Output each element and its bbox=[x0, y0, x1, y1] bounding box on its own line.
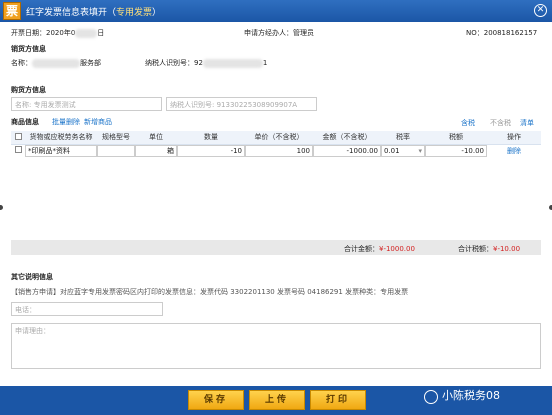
qty-input[interactable]: -10 bbox=[177, 144, 245, 157]
add-goods-link[interactable]: 新增商品 bbox=[84, 117, 112, 127]
tax-excluded-toggle[interactable]: 不含税 bbox=[490, 118, 511, 128]
phone-input[interactable]: 电话： bbox=[11, 302, 163, 316]
other-note: 【销售方申请】对应蓝字专用发票密码区内打印的发票信息：发票代码 33022011… bbox=[11, 288, 409, 296]
cell-rate[interactable]: 0.01 ▾ bbox=[381, 144, 425, 157]
issue-date-tail: 日 bbox=[97, 29, 105, 37]
delete-row-link[interactable]: 删除 bbox=[507, 147, 521, 155]
col-amount: 金额（不含税） bbox=[313, 131, 381, 145]
seller-taxid-suffix: 1 bbox=[262, 59, 268, 67]
left-resize-handle[interactable] bbox=[0, 205, 3, 210]
seller-name-suffix: 服务部 bbox=[80, 59, 101, 67]
buyer-section-title: 购货方信息 bbox=[11, 86, 46, 94]
chevron-down-icon[interactable]: ▾ bbox=[418, 147, 422, 156]
table-header-row: 货物或应税劳务名称 规格型号 单位 数量 单价（不含税） 金额（不含税） 税率 … bbox=[11, 131, 541, 145]
price-input[interactable]: 100 bbox=[245, 144, 313, 157]
total-amount: 合计金额：¥-1000.00 bbox=[344, 244, 415, 254]
title-highlight: 专用发票 bbox=[116, 8, 153, 18]
seller-name-label: 名称： bbox=[11, 59, 32, 67]
close-icon[interactable]: ✕ bbox=[534, 4, 547, 17]
select-all-cell[interactable] bbox=[11, 131, 25, 145]
row-select-cell[interactable] bbox=[11, 144, 25, 157]
total-tax-value: ¥-10.00 bbox=[493, 245, 521, 253]
title-prefix: 红字发票信息表填开（ bbox=[26, 8, 117, 18]
cell-amount[interactable]: -1000.00 bbox=[313, 144, 381, 157]
goods-table: 货物或应税劳务名称 规格型号 单位 数量 单价（不含税） 金额（不含税） 税率 … bbox=[11, 131, 541, 157]
total-tax: 合计税额：¥-10.00 bbox=[458, 244, 520, 254]
cell-price[interactable]: 100 bbox=[245, 144, 313, 157]
table-row: *印刷品*资料 箱 -10 100 -1000.00 0.01 ▾ -10.00 … bbox=[11, 144, 541, 157]
cell-name[interactable]: *印刷品*资料 bbox=[25, 144, 97, 157]
upload-button[interactable]: 上传 bbox=[249, 390, 305, 410]
buyer-taxid-input[interactable]: 纳税人识别号: 91330225308909907A bbox=[166, 97, 317, 111]
total-tax-label: 合计税额： bbox=[458, 245, 493, 253]
handler: 申请方经办人：管理员 bbox=[244, 29, 314, 37]
cell-qty[interactable]: -10 bbox=[177, 144, 245, 157]
tax-included-toggle[interactable]: 含税 bbox=[461, 118, 475, 128]
redacted-blur bbox=[202, 58, 263, 68]
rate-select[interactable]: 0.01 ▾ bbox=[381, 144, 425, 157]
seller-taxid: 纳税人识别号：92 1 bbox=[145, 58, 267, 68]
amount-input[interactable]: -1000.00 bbox=[313, 144, 381, 157]
seller-taxid-label: 纳税人识别号： bbox=[145, 59, 194, 67]
unit-input[interactable]: 箱 bbox=[135, 144, 177, 157]
col-spec: 规格型号 bbox=[97, 131, 135, 145]
col-action: 操作 bbox=[487, 131, 541, 145]
issue-date-label: 开票日期： bbox=[11, 29, 46, 37]
print-button[interactable]: 打印 bbox=[310, 390, 366, 410]
issue-date-value: 2020年0 bbox=[46, 29, 76, 37]
other-section-title: 其它说明信息 bbox=[11, 273, 53, 281]
title-bar: 票 红字发票信息表填开（专用发票） ✕ bbox=[0, 0, 552, 22]
save-button[interactable]: 保存 bbox=[188, 390, 244, 410]
total-amount-value: ¥-1000.00 bbox=[379, 245, 415, 253]
invoice-number: NO：200818162157 bbox=[466, 29, 538, 37]
window-title: 红字发票信息表填开（专用发票） bbox=[26, 5, 161, 18]
list-link[interactable]: 清单 bbox=[520, 118, 534, 128]
cell-unit[interactable]: 箱 bbox=[135, 144, 177, 157]
col-qty: 数量 bbox=[177, 131, 245, 145]
select-all-checkbox[interactable] bbox=[14, 132, 22, 140]
col-rate: 税率 bbox=[381, 131, 425, 145]
cell-spec[interactable] bbox=[97, 144, 135, 157]
col-tax: 税额 bbox=[425, 131, 487, 145]
batch-delete-link[interactable]: 批量删除 bbox=[52, 117, 80, 127]
watermark-text: 小陈税务08 bbox=[442, 389, 500, 402]
seller-name: 名称： 服务部 bbox=[11, 58, 101, 68]
goods-section-title: 商品信息 bbox=[11, 118, 39, 126]
cell-action: 删除 bbox=[487, 144, 541, 157]
col-unit: 单位 bbox=[135, 131, 177, 145]
total-amount-label: 合计金额： bbox=[344, 245, 379, 253]
invoice-logo-icon: 票 bbox=[3, 2, 21, 20]
redacted-blur bbox=[32, 58, 80, 68]
goods-name-input[interactable]: *印刷品*资料 bbox=[25, 144, 97, 157]
buyer-name-input[interactable]: 名称: 专用发票测试 bbox=[11, 97, 162, 111]
issue-date: 开票日期：2020年0 日 bbox=[11, 28, 104, 38]
seller-taxid-prefix: 92 bbox=[194, 59, 203, 67]
cell-tax[interactable]: -10.00 bbox=[425, 144, 487, 157]
redacted-blur bbox=[75, 28, 98, 38]
row-checkbox[interactable] bbox=[14, 146, 22, 154]
seller-section-title: 销货方信息 bbox=[11, 45, 46, 53]
title-suffix: ） bbox=[152, 8, 162, 18]
col-name: 货物或应税劳务名称 bbox=[25, 131, 97, 145]
tax-input[interactable]: -10.00 bbox=[425, 144, 487, 157]
wechat-icon bbox=[424, 390, 438, 404]
rate-value: 0.01 bbox=[384, 146, 400, 155]
reason-textarea[interactable]: 申请理由： bbox=[11, 323, 541, 369]
spec-input[interactable] bbox=[97, 144, 135, 157]
col-price: 单价（不含税） bbox=[245, 131, 313, 145]
